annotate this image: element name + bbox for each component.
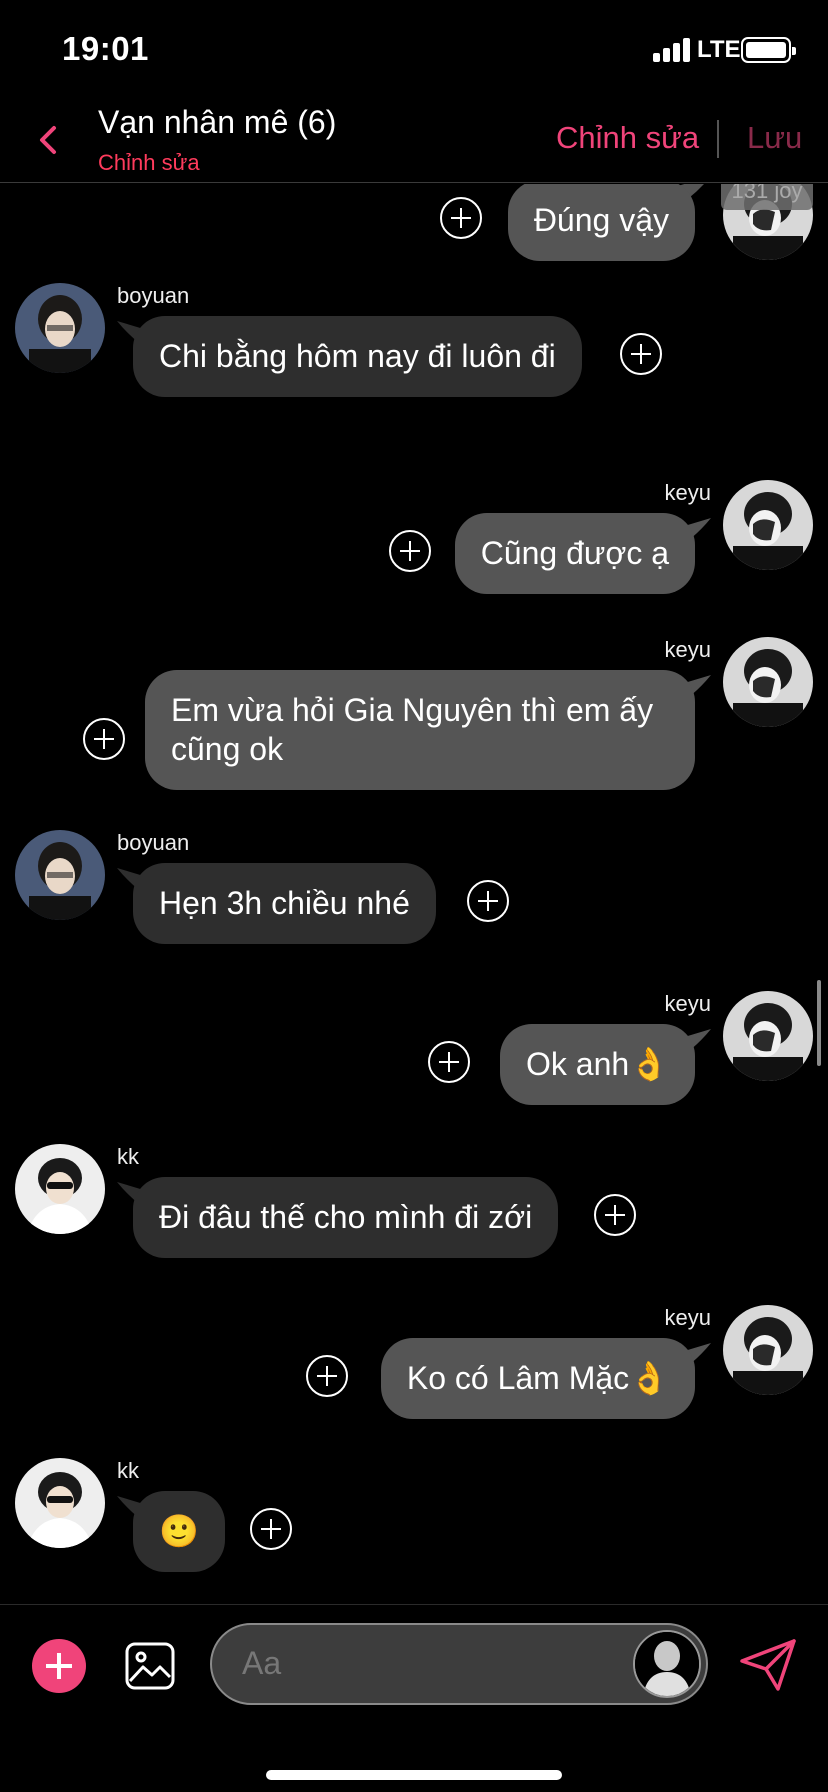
add-reaction-icon[interactable] xyxy=(440,197,482,239)
plus-icon[interactable] xyxy=(32,1639,86,1693)
avatar[interactable] xyxy=(723,637,813,727)
sender-name: boyuan xyxy=(117,283,190,308)
message-bubble[interactable]: Đúng vậy xyxy=(507,184,695,261)
battery-icon xyxy=(741,37,796,63)
message-list[interactable]: keyu 131 joy Đúng vậy boyuan Chi bằng hô… xyxy=(0,184,828,1604)
sender-name: kk xyxy=(117,1144,139,1169)
sender-name: keyu xyxy=(664,1305,711,1330)
status-time: 19:01 xyxy=(62,30,149,67)
avatar[interactable] xyxy=(723,1305,813,1395)
save-button[interactable]: Lưu xyxy=(747,120,802,156)
status-bar: 19:01 LTE xyxy=(0,0,828,100)
chat-header: Vạn nhân mê (6) Chỉnh sửa Chỉnh sửa Lưu xyxy=(0,100,828,183)
avatar[interactable] xyxy=(15,283,105,373)
header-divider xyxy=(717,120,719,158)
message-bubble[interactable]: 🙂 xyxy=(133,1491,225,1572)
message-bubble[interactable]: Cũng được ạ xyxy=(454,513,695,594)
message-bubble[interactable]: Ok anh👌 xyxy=(499,1024,695,1105)
sender-name: boyuan xyxy=(117,830,190,855)
scrollbar[interactable] xyxy=(817,980,821,1066)
signal-icon xyxy=(653,38,691,62)
avatar[interactable] xyxy=(15,830,105,920)
message-bubble[interactable]: Chi bằng hôm nay đi luôn đi xyxy=(133,316,582,397)
message-bubble[interactable]: Ko có Lâm Mặc👌 xyxy=(380,1338,695,1419)
avatar[interactable] xyxy=(633,1630,701,1698)
network-label: LTE xyxy=(697,36,741,63)
add-reaction-icon[interactable] xyxy=(467,880,509,922)
message-input-placeholder: Aa xyxy=(242,1645,282,1681)
avatar[interactable] xyxy=(15,1144,105,1234)
message-input[interactable]: Aa xyxy=(210,1623,708,1705)
sender-name: keyu xyxy=(664,637,711,662)
reaction-badge: 131 joy xyxy=(721,184,813,210)
add-reaction-icon[interactable] xyxy=(389,530,431,572)
message-bubble[interactable]: Hẹn 3h chiều nhé xyxy=(133,863,436,944)
sender-name: kk xyxy=(117,1458,139,1483)
chevron-left-icon[interactable] xyxy=(28,118,68,162)
edit-button[interactable]: Chỉnh sửa xyxy=(556,120,699,156)
add-reaction-icon[interactable] xyxy=(83,718,125,760)
image-icon[interactable] xyxy=(124,1641,176,1691)
add-reaction-icon[interactable] xyxy=(306,1355,348,1397)
add-reaction-icon[interactable] xyxy=(250,1508,292,1550)
avatar[interactable] xyxy=(15,1458,105,1548)
add-reaction-icon[interactable] xyxy=(428,1041,470,1083)
add-reaction-icon[interactable] xyxy=(620,333,662,375)
avatar[interactable] xyxy=(723,480,813,570)
add-reaction-icon[interactable] xyxy=(594,1194,636,1236)
chat-subtitle[interactable]: Chỉnh sửa xyxy=(98,150,200,176)
sender-name: keyu xyxy=(664,991,711,1016)
chat-title[interactable]: Vạn nhân mê (6) xyxy=(98,104,336,141)
sender-name: keyu xyxy=(664,480,711,505)
send-icon[interactable] xyxy=(738,1637,798,1693)
avatar[interactable] xyxy=(723,991,813,1081)
message-bubble[interactable]: Đi đâu thế cho mình đi zới xyxy=(133,1177,559,1258)
home-indicator[interactable] xyxy=(266,1770,562,1780)
message-composer: Aa xyxy=(0,1604,828,1792)
message-bubble[interactable]: Em vừa hỏi Gia Nguyên thì em ấy cũng ok xyxy=(145,670,695,790)
